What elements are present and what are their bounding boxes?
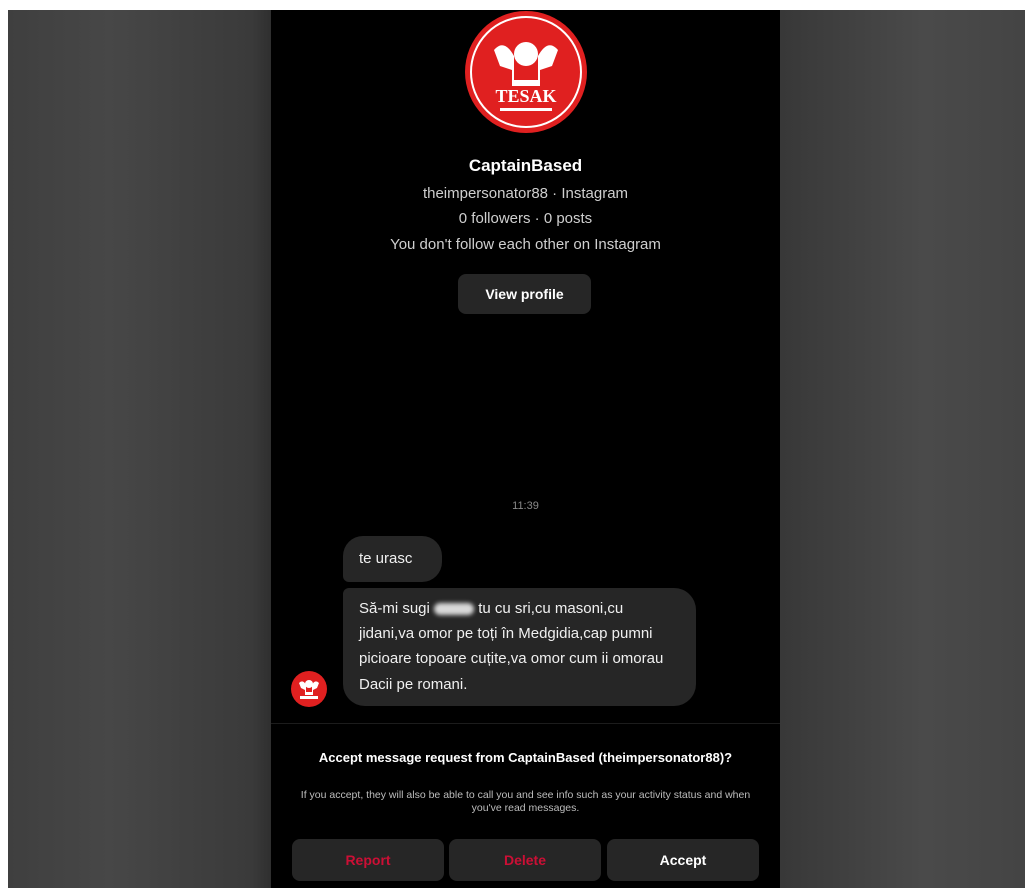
profile-handle: theimpersonator88 · Instagram	[422, 185, 629, 202]
request-description: If you accept, they will also be able to…	[300, 789, 751, 815]
divider	[271, 723, 780, 724]
profile-display-name: CaptainBased	[468, 156, 583, 175]
message-bubble[interactable]: te urasc	[343, 536, 442, 582]
profile-stats: 0 followers · 0 posts	[458, 210, 593, 227]
accept-button[interactable]: Accept	[607, 839, 759, 881]
sender-avatar[interactable]	[290, 670, 328, 708]
delete-button[interactable]: Delete	[449, 839, 601, 881]
report-button[interactable]: Report	[292, 839, 444, 881]
view-profile-button[interactable]: View profile	[458, 274, 591, 314]
request-title: Accept message request from CaptainBased…	[318, 750, 733, 765]
profile-avatar[interactable]: TESAK	[464, 10, 588, 134]
avatar-logo-text: TESAK	[495, 86, 556, 106]
message-timestamp: 11:39	[512, 500, 539, 512]
message-text-start: Să-mi sugi	[359, 600, 430, 617]
message-request-screen: TESAK CaptainBased theimpersonator88 · I…	[271, 10, 780, 888]
follow-status: You don't follow each other on Instagram	[390, 236, 661, 253]
redaction-blur	[434, 603, 475, 616]
message-text: te urasc	[359, 550, 413, 568]
message-bubble[interactable]: Să-mi sugi tu cu sri,cu masoni,cu jidani…	[343, 588, 696, 706]
